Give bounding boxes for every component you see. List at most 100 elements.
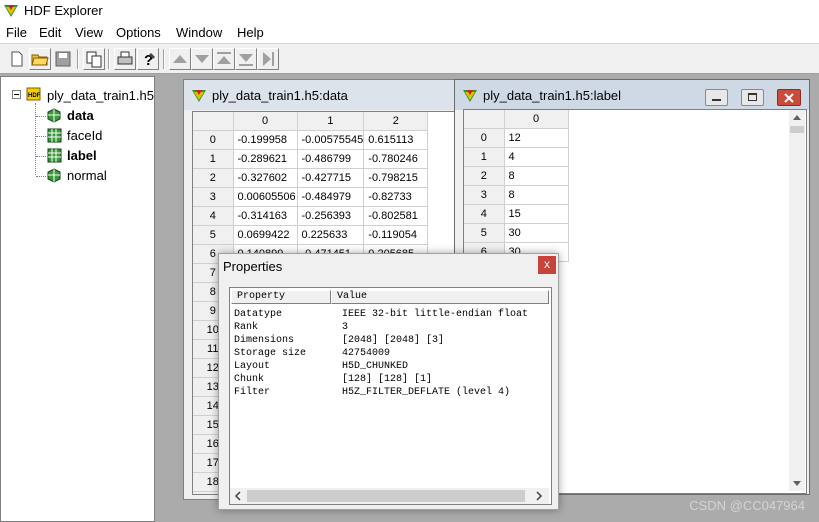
table-cell[interactable]: -0.327602 [233,168,298,188]
tree-collapse-toggle[interactable] [12,90,21,99]
table-cell[interactable]: 0.225633 [297,225,365,245]
scroll-up-button[interactable] [789,110,805,126]
table-cell[interactable]: -0.82733 [363,187,429,207]
table-cell[interactable]: 12 [504,128,569,148]
property-row[interactable]: Storage size 42754009 [234,347,390,360]
save-icon [55,51,71,67]
row-header[interactable]: 1 [464,147,505,167]
table-cell[interactable]: -0.802581 [363,206,429,226]
column-header[interactable]: 0 [233,112,298,131]
move-top-button[interactable] [213,48,235,70]
label-table: 0 0 12 1 4 2 8 3 8 4 15 5 30 6 30 [464,110,569,262]
row-header[interactable]: 5 [464,223,505,243]
table-cell[interactable]: -0.256393 [297,206,365,226]
save-button[interactable] [52,48,74,70]
table-cell[interactable]: -0.289621 [233,149,298,169]
horizontal-scrollbar[interactable] [230,488,549,504]
table-row: 28 [464,166,569,186]
table-cell[interactable]: 30 [504,223,569,243]
menu-file[interactable]: File [6,25,27,40]
menu-options[interactable]: Options [116,25,161,40]
property-row[interactable]: Layout H5D_CHUNKED [234,360,408,373]
table-cell[interactable]: -0.199958 [233,130,298,150]
menu-window[interactable]: Window [176,25,222,40]
row-header[interactable]: 0 [193,130,234,150]
table-cell[interactable]: 8 [504,185,569,205]
move-bottom-button[interactable] [235,48,257,70]
column-header[interactable]: 2 [363,112,429,131]
row-header[interactable]: 4 [464,204,505,224]
chevron-left-icon[interactable] [230,488,246,504]
tree-item-label: normal [67,168,107,183]
close-button[interactable] [777,89,801,106]
value-column-header[interactable]: Value [331,290,549,304]
help-button[interactable]: ? [137,48,159,70]
copy-button[interactable] [83,48,105,70]
table-cell[interactable]: -0.314163 [233,206,298,226]
row-header[interactable]: 3 [193,187,234,207]
new-file-button[interactable] [6,48,28,70]
scroll-thumb[interactable] [247,490,525,502]
help-question-icon: ? [144,52,155,69]
row-header[interactable]: 3 [464,185,505,205]
column-header[interactable]: 0 [504,110,569,129]
minimize-button[interactable] [705,89,728,106]
table-cell[interactable]: 15 [504,204,569,224]
table-row: 1 -0.289621 -0.486799 -0.780246 [193,149,429,169]
property-row[interactable]: Dimensions [2048] [2048] [3] [234,334,444,347]
table-cell[interactable]: -0.427715 [297,168,365,188]
move-down-button[interactable] [191,48,213,70]
menu-view[interactable]: View [75,25,103,40]
property-name: Dimensions [234,335,295,346]
open-button[interactable] [29,48,51,70]
data-window-titlebar[interactable]: ply_data_train1.h5:data [184,80,459,110]
table-cell[interactable]: 4 [504,147,569,167]
column-header[interactable]: 1 [297,112,365,131]
table-cell[interactable]: 0.00605506 [233,187,298,207]
table-cell[interactable]: -0.780246 [363,149,429,169]
row-header[interactable]: 1 [193,149,234,169]
menu-help[interactable]: Help [237,25,264,40]
property-column-header[interactable]: Property [231,290,331,304]
table-cell[interactable]: 0.0699422 [233,225,298,245]
menu-edit[interactable]: Edit [39,25,61,40]
corner-header [464,110,505,129]
row-header[interactable]: 0 [464,128,505,148]
row-header[interactable]: 2 [464,166,505,186]
maximize-button[interactable] [741,89,764,106]
table-cell[interactable]: -0.484979 [297,187,365,207]
properties-list[interactable]: Property Value Datatype IEEE 32-bit littl… [229,287,552,505]
table-cell[interactable]: 8 [504,166,569,186]
properties-close-button[interactable]: x [538,256,556,274]
property-row[interactable]: Rank 3 [234,321,348,334]
move-end-button[interactable] [257,48,279,70]
hdf-logo-icon [463,90,477,102]
print-button[interactable] [114,48,136,70]
row-header[interactable]: 4 [193,206,234,226]
tree-item-label: faceId [67,128,103,143]
move-up-button[interactable] [169,48,191,70]
scroll-thumb[interactable] [790,126,804,133]
scroll-down-button[interactable] [789,475,805,491]
table-cell[interactable]: 0.615113 [363,130,429,150]
chevron-right-icon[interactable] [531,488,547,504]
vertical-scrollbar[interactable] [789,110,805,491]
property-value: H5Z_FILTER_DEFLATE (level 4) [342,387,511,398]
chevron-down-icon [793,481,801,486]
table-row: 5 30 [464,223,569,243]
table-cell[interactable]: -0.486799 [297,149,365,169]
table-cell[interactable]: -0.00575545 [297,130,365,150]
row-header[interactable]: 2 [193,168,234,188]
chevron-up-icon [793,115,801,120]
arrow-top-icon [217,52,231,64]
row-header[interactable]: 5 [193,225,234,245]
property-row[interactable]: Datatype IEEE 32-bit little-endian float [234,308,528,321]
table-row: 38 [464,185,569,205]
property-row[interactable]: Filter H5Z_FILTER_DEFLATE (level 4) [234,386,510,399]
menu-bar: File Edit View Options Window Help [0,23,819,43]
property-row[interactable]: Chunk [128] [128] [1] [234,373,432,386]
properties-title: Properties [223,259,283,274]
label-window-titlebar[interactable]: ply_data_train1.h5:label [455,80,809,110]
table-cell[interactable]: -0.798215 [363,168,429,188]
table-cell[interactable]: -0.119054 [363,225,429,245]
